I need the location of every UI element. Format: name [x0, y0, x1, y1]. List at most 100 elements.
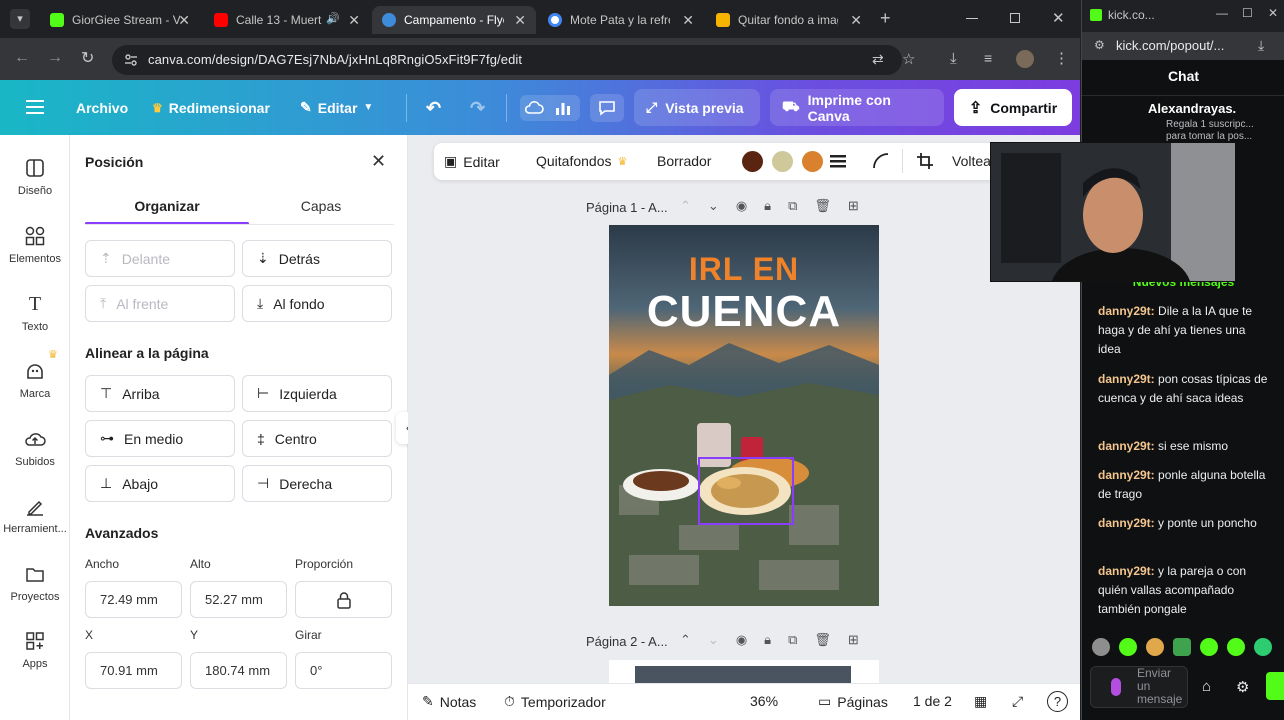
emote-icon[interactable]	[1254, 638, 1272, 656]
close-icon[interactable]: ✕	[348, 12, 360, 29]
pages-button[interactable]: ▭ Páginas	[818, 693, 888, 710]
download-icon[interactable]: ⤓	[950, 50, 957, 67]
settings-gear-icon[interactable]: ⚙	[1236, 678, 1249, 696]
notes-button[interactable]: ✎ Notas	[422, 693, 476, 710]
move-down-icon[interactable]: ⌄	[708, 198, 719, 214]
chat-username[interactable]: danny29t:	[1098, 372, 1155, 386]
download-icon[interactable]: ⤓	[1258, 37, 1264, 54]
rail-projects[interactable]: Proyectos	[0, 563, 70, 603]
print-button[interactable]: ⛟ Imprime con Canva	[770, 89, 944, 126]
help-icon[interactable]: ?	[1047, 691, 1068, 712]
comment-button[interactable]	[590, 94, 624, 122]
delete-page-icon[interactable]: 🗑︎	[814, 632, 831, 648]
hide-page-icon[interactable]: ◉	[736, 198, 747, 214]
redo-icon[interactable]: ↷	[470, 98, 485, 119]
duplicate-page-icon[interactable]: ⧉	[788, 632, 797, 648]
mic-icon[interactable]	[1111, 678, 1121, 696]
emote-icon[interactable]	[1146, 638, 1164, 656]
crop-icon[interactable]	[916, 152, 934, 170]
resize-button[interactable]: ♛ Redimensionar	[152, 100, 270, 116]
emote-icon[interactable]	[1119, 638, 1137, 656]
hamburger-menu-icon[interactable]	[26, 100, 44, 114]
close-icon[interactable]: ✕	[514, 12, 526, 29]
emote-icon[interactable]	[1200, 638, 1218, 656]
page1-title[interactable]: Página 1 - A...	[586, 200, 668, 215]
send-backward-button[interactable]: ⇣ Detrás	[242, 240, 392, 277]
close-window-icon[interactable]: ✕	[1052, 9, 1065, 27]
preview-button[interactable]: ⤢ Vista previa	[634, 89, 760, 126]
emote-icon[interactable]	[1227, 638, 1245, 656]
tab-calle13[interactable]: Calle 13 - Muert 🔊 ✕	[204, 6, 370, 34]
align-bottom-button[interactable]: ⊥ Abajo	[85, 465, 235, 502]
emote-icon[interactable]	[1173, 638, 1191, 656]
bookmark-star-icon[interactable]: ☆	[902, 50, 915, 68]
send-button[interactable]	[1266, 672, 1284, 700]
grid-view-icon[interactable]: ▦	[974, 693, 987, 710]
rail-tools[interactable]: Herramient...	[0, 495, 70, 535]
rail-design[interactable]: Diseño	[0, 157, 70, 197]
profile-avatar[interactable]	[1016, 50, 1034, 68]
maximize-icon[interactable]: ☐	[1242, 6, 1253, 20]
rail-apps[interactable]: Apps	[0, 630, 70, 670]
border-style-icon[interactable]	[830, 153, 846, 169]
chat-username[interactable]: danny29t:	[1098, 564, 1155, 578]
address-bar[interactable]: canva.com/design/DAG7Esj7NbA/jxHnLq8Rngi…	[112, 45, 915, 75]
rotate-field[interactable]: 0°	[295, 652, 392, 689]
close-icon[interactable]: ✕	[682, 12, 694, 29]
archivo-menu[interactable]: Archivo	[76, 100, 128, 116]
close-panel-icon[interactable]: ✕	[371, 151, 386, 172]
store-icon[interactable]: ⌂	[1202, 678, 1211, 695]
reload-icon[interactable]: ↻	[81, 48, 94, 68]
tab-organizar[interactable]: Organizar	[85, 198, 249, 214]
poster-line-2[interactable]: CUENCA	[609, 287, 879, 337]
tab-quitar-fondo[interactable]: Quitar fondo a imag ✕	[706, 6, 872, 34]
send-to-back-button[interactable]: ⤓ Al fondo	[242, 285, 392, 322]
fullscreen-icon[interactable]: ⤢	[1012, 693, 1023, 710]
chat-username[interactable]: danny29t:	[1098, 304, 1155, 318]
site-info-icon[interactable]	[124, 53, 138, 67]
lock-page-icon[interactable]: 🔒︎	[764, 198, 771, 214]
chat-username[interactable]: danny29t:	[1098, 516, 1155, 530]
undo-icon[interactable]: ↶	[426, 98, 441, 119]
color-swatch-orange[interactable]	[802, 151, 823, 172]
close-icon[interactable]: ✕	[178, 12, 190, 29]
emote-icon[interactable]	[1092, 638, 1110, 656]
design-page-1[interactable]: IRL EN CUENCA	[609, 225, 879, 606]
forward-icon[interactable]: →	[47, 49, 63, 67]
bring-to-front-button[interactable]: ⤒ Al frente	[85, 285, 235, 322]
add-page-icon[interactable]: ⊞	[848, 632, 859, 648]
new-tab-icon[interactable]: +	[880, 9, 891, 27]
media-control-icon[interactable]: ≡	[984, 50, 992, 66]
x-field[interactable]: 70.91 mm	[85, 652, 182, 689]
audio-icon[interactable]: 🔊	[326, 12, 340, 25]
align-center-button[interactable]: ‡ Centro	[242, 420, 392, 457]
move-up-icon[interactable]: ⌃	[680, 198, 691, 214]
height-field[interactable]: 52.27 mm	[190, 581, 287, 618]
edit-image-button[interactable]: ▣ Editar	[444, 153, 500, 170]
hide-page-icon[interactable]: ◉	[736, 632, 747, 648]
close-icon[interactable]: ✕	[1268, 6, 1278, 20]
site-info-icon[interactable]: ⚙	[1094, 38, 1105, 52]
translate-icon[interactable]: ⇄	[872, 51, 884, 68]
y-field[interactable]: 180.74 mm	[190, 652, 287, 689]
add-page-icon[interactable]: ⊞	[848, 198, 859, 214]
timer-button[interactable]: ⏱ Temporizador	[504, 693, 606, 710]
delete-page-icon[interactable]: 🗑︎	[814, 198, 831, 214]
page2-title[interactable]: Página 2 - A...	[586, 634, 668, 649]
color-swatch-beige[interactable]	[772, 151, 793, 172]
save-status-group[interactable]	[520, 95, 580, 121]
rail-elements[interactable]: Elementos	[0, 225, 70, 265]
menu-kebab-icon[interactable]: ⋮	[1054, 49, 1069, 67]
tab-capas[interactable]: Capas	[248, 198, 394, 214]
rail-brand[interactable]: Marca ♛	[0, 349, 70, 400]
minimize-icon[interactable]: —	[1216, 6, 1228, 20]
edit-menu[interactable]: ✎ Editar ▼	[300, 99, 373, 116]
tab-search-button[interactable]: ▾	[10, 9, 30, 29]
move-up-icon[interactable]: ⌃	[680, 632, 691, 648]
gifter-username[interactable]: Alexandrayas.	[1148, 101, 1236, 116]
align-left-button[interactable]: ⊢ Izquierda	[242, 375, 392, 412]
chat-username[interactable]: danny29t:	[1098, 468, 1155, 482]
lock-page-icon[interactable]: 🔒︎	[764, 632, 771, 648]
ratio-lock-button[interactable]	[295, 581, 392, 618]
bring-forward-button[interactable]: ⇡ Delante	[85, 240, 235, 277]
